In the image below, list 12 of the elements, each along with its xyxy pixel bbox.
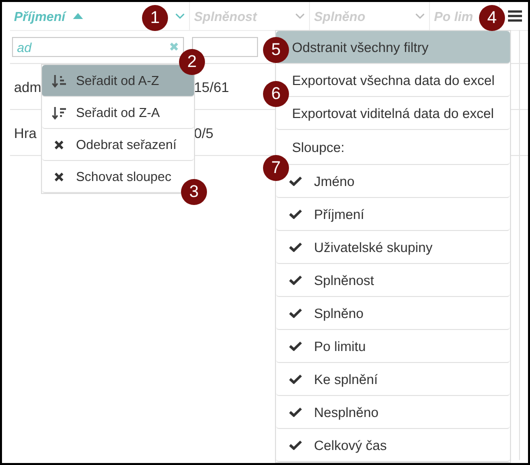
callout-tooltip: 5 bbox=[263, 37, 289, 63]
callout-tooltip: 2 bbox=[179, 49, 205, 75]
table-cell: 0/5 bbox=[194, 124, 214, 140]
callout-tooltip: 7 bbox=[263, 155, 289, 181]
callout-tooltip: 3 bbox=[181, 179, 207, 205]
callout-tooltip: 1 bbox=[142, 5, 168, 31]
table-cell: Hra bbox=[14, 124, 37, 140]
callout-tooltip: 4 bbox=[479, 5, 505, 31]
table-cell: adm bbox=[14, 78, 42, 94]
section-label: Sloupce: bbox=[292, 140, 345, 154]
table-cell: 15/61 bbox=[194, 78, 230, 94]
callout-tooltip: 6 bbox=[263, 81, 289, 107]
